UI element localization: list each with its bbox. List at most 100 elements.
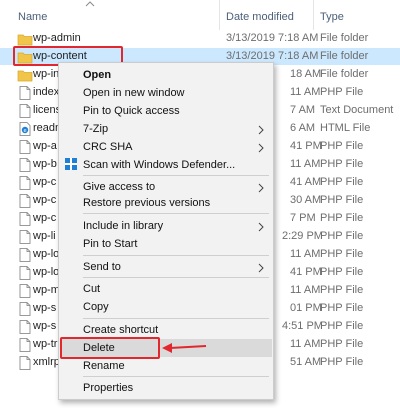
file-name: wp-c [33, 176, 57, 188]
file-type: PHP File [320, 248, 364, 260]
menu-item-open[interactable]: Open [83, 69, 111, 81]
file-icon [19, 284, 31, 298]
menu-item-properties[interactable]: Properties [83, 382, 133, 394]
menu-item-send-to[interactable]: Send to [83, 261, 121, 273]
date-modified-partial: 4:51 PM [282, 320, 323, 332]
file-type: PHP File [320, 212, 364, 224]
html-file-icon: e [19, 122, 31, 136]
sort-ascending-icon[interactable] [84, 0, 96, 8]
file-icon [19, 86, 31, 100]
menu-item-scan-defender[interactable]: Scan with Windows Defender... [83, 159, 235, 171]
file-type: PHP File [320, 284, 364, 296]
date-modified-partial: 2:29 PM [282, 230, 323, 242]
file-name: wp-a [33, 140, 57, 152]
menu-item-create-shortcut[interactable]: Create shortcut [83, 324, 158, 336]
date-modified-partial: 6 AM [290, 122, 316, 134]
menu-item-restore-versions[interactable]: Restore previous versions [83, 197, 210, 209]
chevron-right-icon [258, 263, 264, 273]
file-name: wp-in [33, 68, 60, 80]
file-icon [19, 230, 31, 244]
file-icon [19, 356, 31, 370]
column-header-date-modified[interactable]: Date modified [226, 11, 294, 23]
file-type: PHP File [320, 302, 364, 314]
file-name: wp-c [33, 212, 57, 224]
file-name: wp-admin [33, 32, 81, 44]
file-type: PHP File [320, 86, 364, 98]
file-name: wp-c [33, 194, 57, 206]
file-icon [19, 104, 31, 118]
menu-item-pin-start[interactable]: Pin to Start [83, 238, 137, 250]
menu-separator [83, 277, 269, 278]
file-type: PHP File [320, 356, 364, 368]
file-name: xmlrp [33, 356, 60, 368]
file-type: File folder [320, 50, 369, 62]
menu-item-cut[interactable]: Cut [83, 283, 100, 295]
file-icon [19, 320, 31, 334]
file-type: PHP File [320, 230, 364, 242]
date-modified-partial: 41 AM [290, 176, 322, 188]
file-icon [19, 176, 31, 190]
file-type: HTML File [320, 122, 371, 134]
file-name: wp-s [33, 302, 57, 314]
annotation-arrow-icon [162, 343, 207, 353]
file-type: Text Document [320, 104, 394, 116]
menu-separator [83, 175, 269, 176]
file-name: wp-b [33, 158, 57, 170]
menu-separator [83, 376, 269, 377]
menu-item-include-library[interactable]: Include in library [83, 220, 163, 232]
file-name: wp-tr [33, 338, 58, 350]
folder-icon [17, 70, 33, 82]
menu-item-give-access[interactable]: Give access to [83, 181, 155, 193]
menu-separator [83, 318, 269, 319]
date-modified-partial: 41 PM [290, 266, 322, 278]
chevron-right-icon [258, 222, 264, 232]
file-icon [19, 302, 31, 316]
chevron-right-icon [258, 125, 264, 135]
date-modified: 3/13/2019 7:18 AM [226, 50, 319, 62]
menu-item-rename[interactable]: Rename [83, 360, 125, 372]
file-type: PHP File [320, 176, 364, 188]
date-modified-partial: 01 PM [290, 302, 322, 314]
windows-defender-icon [65, 158, 77, 170]
file-name: wp-lo [33, 266, 60, 278]
column-header-name[interactable]: Name [18, 11, 47, 23]
file-name: wp-m [33, 284, 60, 296]
menu-item-pin-quick-access[interactable]: Pin to Quick access [83, 105, 180, 117]
file-icon [19, 248, 31, 262]
file-icon [19, 338, 31, 352]
file-name: wp-s [33, 320, 57, 332]
column-header-type[interactable]: Type [320, 11, 344, 23]
file-icon [19, 266, 31, 280]
date-modified-partial: 51 AM [290, 356, 322, 368]
file-type: PHP File [320, 338, 364, 350]
file-name: wp-li [33, 230, 56, 242]
annotation-highlight-delete [60, 337, 160, 359]
menu-item-copy[interactable]: Copy [83, 301, 109, 313]
date-modified-partial: 11 AM [290, 248, 321, 260]
file-icon [19, 212, 31, 226]
column-divider[interactable] [313, 0, 314, 30]
date-modified: 3/13/2019 7:18 AM [226, 32, 319, 44]
date-modified-partial: 11 AM [290, 338, 321, 350]
date-modified-partial: 11 AM [290, 86, 321, 98]
file-name: wp-lo [33, 248, 60, 260]
file-icon [19, 158, 31, 172]
folder-icon [17, 34, 33, 46]
column-divider[interactable] [219, 0, 220, 30]
file-type: PHP File [320, 266, 364, 278]
menu-separator [83, 213, 269, 214]
file-row[interactable]: wp-admin 3/13/2019 7:18 AM File folder [0, 30, 400, 47]
chevron-right-icon [258, 143, 264, 153]
file-name: licens [33, 104, 62, 116]
date-modified-partial: 11 AM [290, 158, 321, 170]
menu-item-crc-sha[interactable]: CRC SHA [83, 141, 133, 153]
date-modified-partial: 30 AM [290, 194, 322, 206]
file-icon [19, 140, 31, 154]
file-icon [19, 194, 31, 208]
date-modified-partial: 7 AM [290, 104, 316, 116]
file-type: PHP File [320, 140, 364, 152]
menu-item-open-new-window[interactable]: Open in new window [83, 87, 185, 99]
file-type: PHP File [320, 158, 364, 170]
menu-item-7zip[interactable]: 7-Zip [83, 123, 108, 135]
file-type: PHP File [320, 194, 364, 206]
